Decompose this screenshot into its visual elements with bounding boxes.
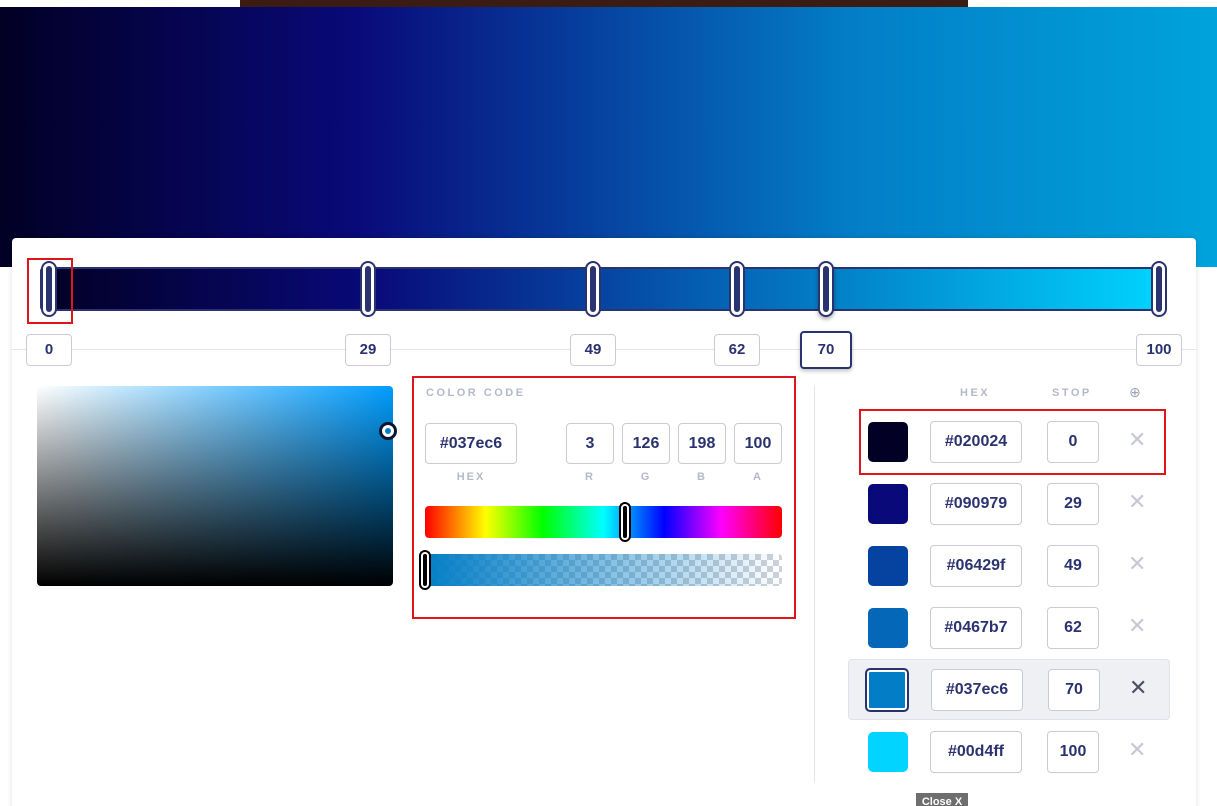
remove-stop-icon[interactable]: ✕: [1129, 675, 1147, 701]
stop-row-100: ✕: [848, 726, 1170, 778]
remove-stop-icon[interactable]: ✕: [1128, 427, 1146, 453]
stop-handle-62[interactable]: [729, 261, 745, 317]
hue-thumb[interactable]: [618, 502, 631, 542]
stop-hex-input[interactable]: [930, 731, 1022, 773]
alpha-slider[interactable]: [425, 554, 782, 586]
stop-hex-input[interactable]: [930, 421, 1022, 463]
stop-label-100[interactable]: 100: [1136, 334, 1182, 366]
stop-label-49[interactable]: 49: [570, 334, 616, 366]
stop-hex-input[interactable]: [930, 607, 1022, 649]
stops-list-divider: [814, 386, 815, 782]
stop-row-70[interactable]: ✕: [848, 659, 1170, 720]
stop-hex-input[interactable]: [930, 483, 1022, 525]
add-stop-icon[interactable]: ⊕: [1129, 384, 1141, 401]
top-image-strip: [240, 0, 968, 7]
a-input[interactable]: [734, 423, 782, 464]
hex-caption: HEX: [456, 471, 486, 483]
close-button[interactable]: Close X: [916, 793, 968, 806]
remove-stop-icon[interactable]: ✕: [1128, 551, 1146, 577]
stop-label-70[interactable]: 70: [800, 331, 852, 369]
stop-position-input[interactable]: [1047, 607, 1099, 649]
b-input[interactable]: [678, 423, 726, 464]
stop-position-input[interactable]: [1048, 669, 1100, 711]
remove-stop-icon[interactable]: ✕: [1128, 489, 1146, 515]
stop-swatch[interactable]: [868, 484, 908, 524]
a-caption: A: [753, 471, 763, 483]
alpha-thumb[interactable]: [419, 550, 431, 590]
stop-column-header: STOP: [1052, 387, 1092, 399]
stop-handle-100[interactable]: [1151, 261, 1167, 317]
r-caption: R: [585, 471, 595, 483]
gradient-bar[interactable]: [40, 267, 1166, 311]
stop-hex-input[interactable]: [930, 545, 1022, 587]
hue-slider[interactable]: [425, 506, 782, 538]
stop-row-49: ✕: [848, 540, 1170, 592]
stop-swatch[interactable]: [868, 608, 908, 648]
stop-hex-input[interactable]: [931, 669, 1023, 711]
stop-position-input[interactable]: [1047, 483, 1099, 525]
remove-stop-icon[interactable]: ✕: [1128, 737, 1146, 763]
stop-swatch[interactable]: [865, 668, 909, 712]
g-caption: G: [640, 471, 652, 483]
stop-swatch[interactable]: [868, 732, 908, 772]
saturation-cursor[interactable]: [379, 422, 397, 440]
remove-stop-icon[interactable]: ✕: [1128, 613, 1146, 639]
hex-column-header: HEX: [960, 387, 991, 399]
stop-handle-0[interactable]: [41, 261, 57, 317]
stop-handle-29[interactable]: [360, 261, 376, 317]
hex-input[interactable]: [425, 423, 517, 464]
color-code-title: COLOR CODE: [426, 387, 526, 399]
stop-swatch[interactable]: [868, 422, 908, 462]
stop-label-29[interactable]: 29: [345, 334, 391, 366]
stop-handle-49[interactable]: [585, 261, 601, 317]
gradient-preview: [0, 7, 1217, 267]
stop-swatch[interactable]: [868, 546, 908, 586]
g-input[interactable]: [622, 423, 670, 464]
r-input[interactable]: [566, 423, 614, 464]
stop-position-input[interactable]: [1047, 421, 1099, 463]
stop-position-input[interactable]: [1047, 545, 1099, 587]
saturation-value-area[interactable]: [37, 386, 393, 586]
stop-row-62: ✕: [848, 602, 1170, 654]
stop-row-0: ✕: [848, 416, 1170, 468]
stop-position-input[interactable]: [1047, 731, 1099, 773]
stop-row-29: ✕: [848, 478, 1170, 530]
stop-label-62[interactable]: 62: [714, 334, 760, 366]
stop-handle-70[interactable]: [818, 261, 834, 317]
b-caption: B: [697, 471, 707, 483]
stop-label-0[interactable]: 0: [26, 334, 72, 366]
